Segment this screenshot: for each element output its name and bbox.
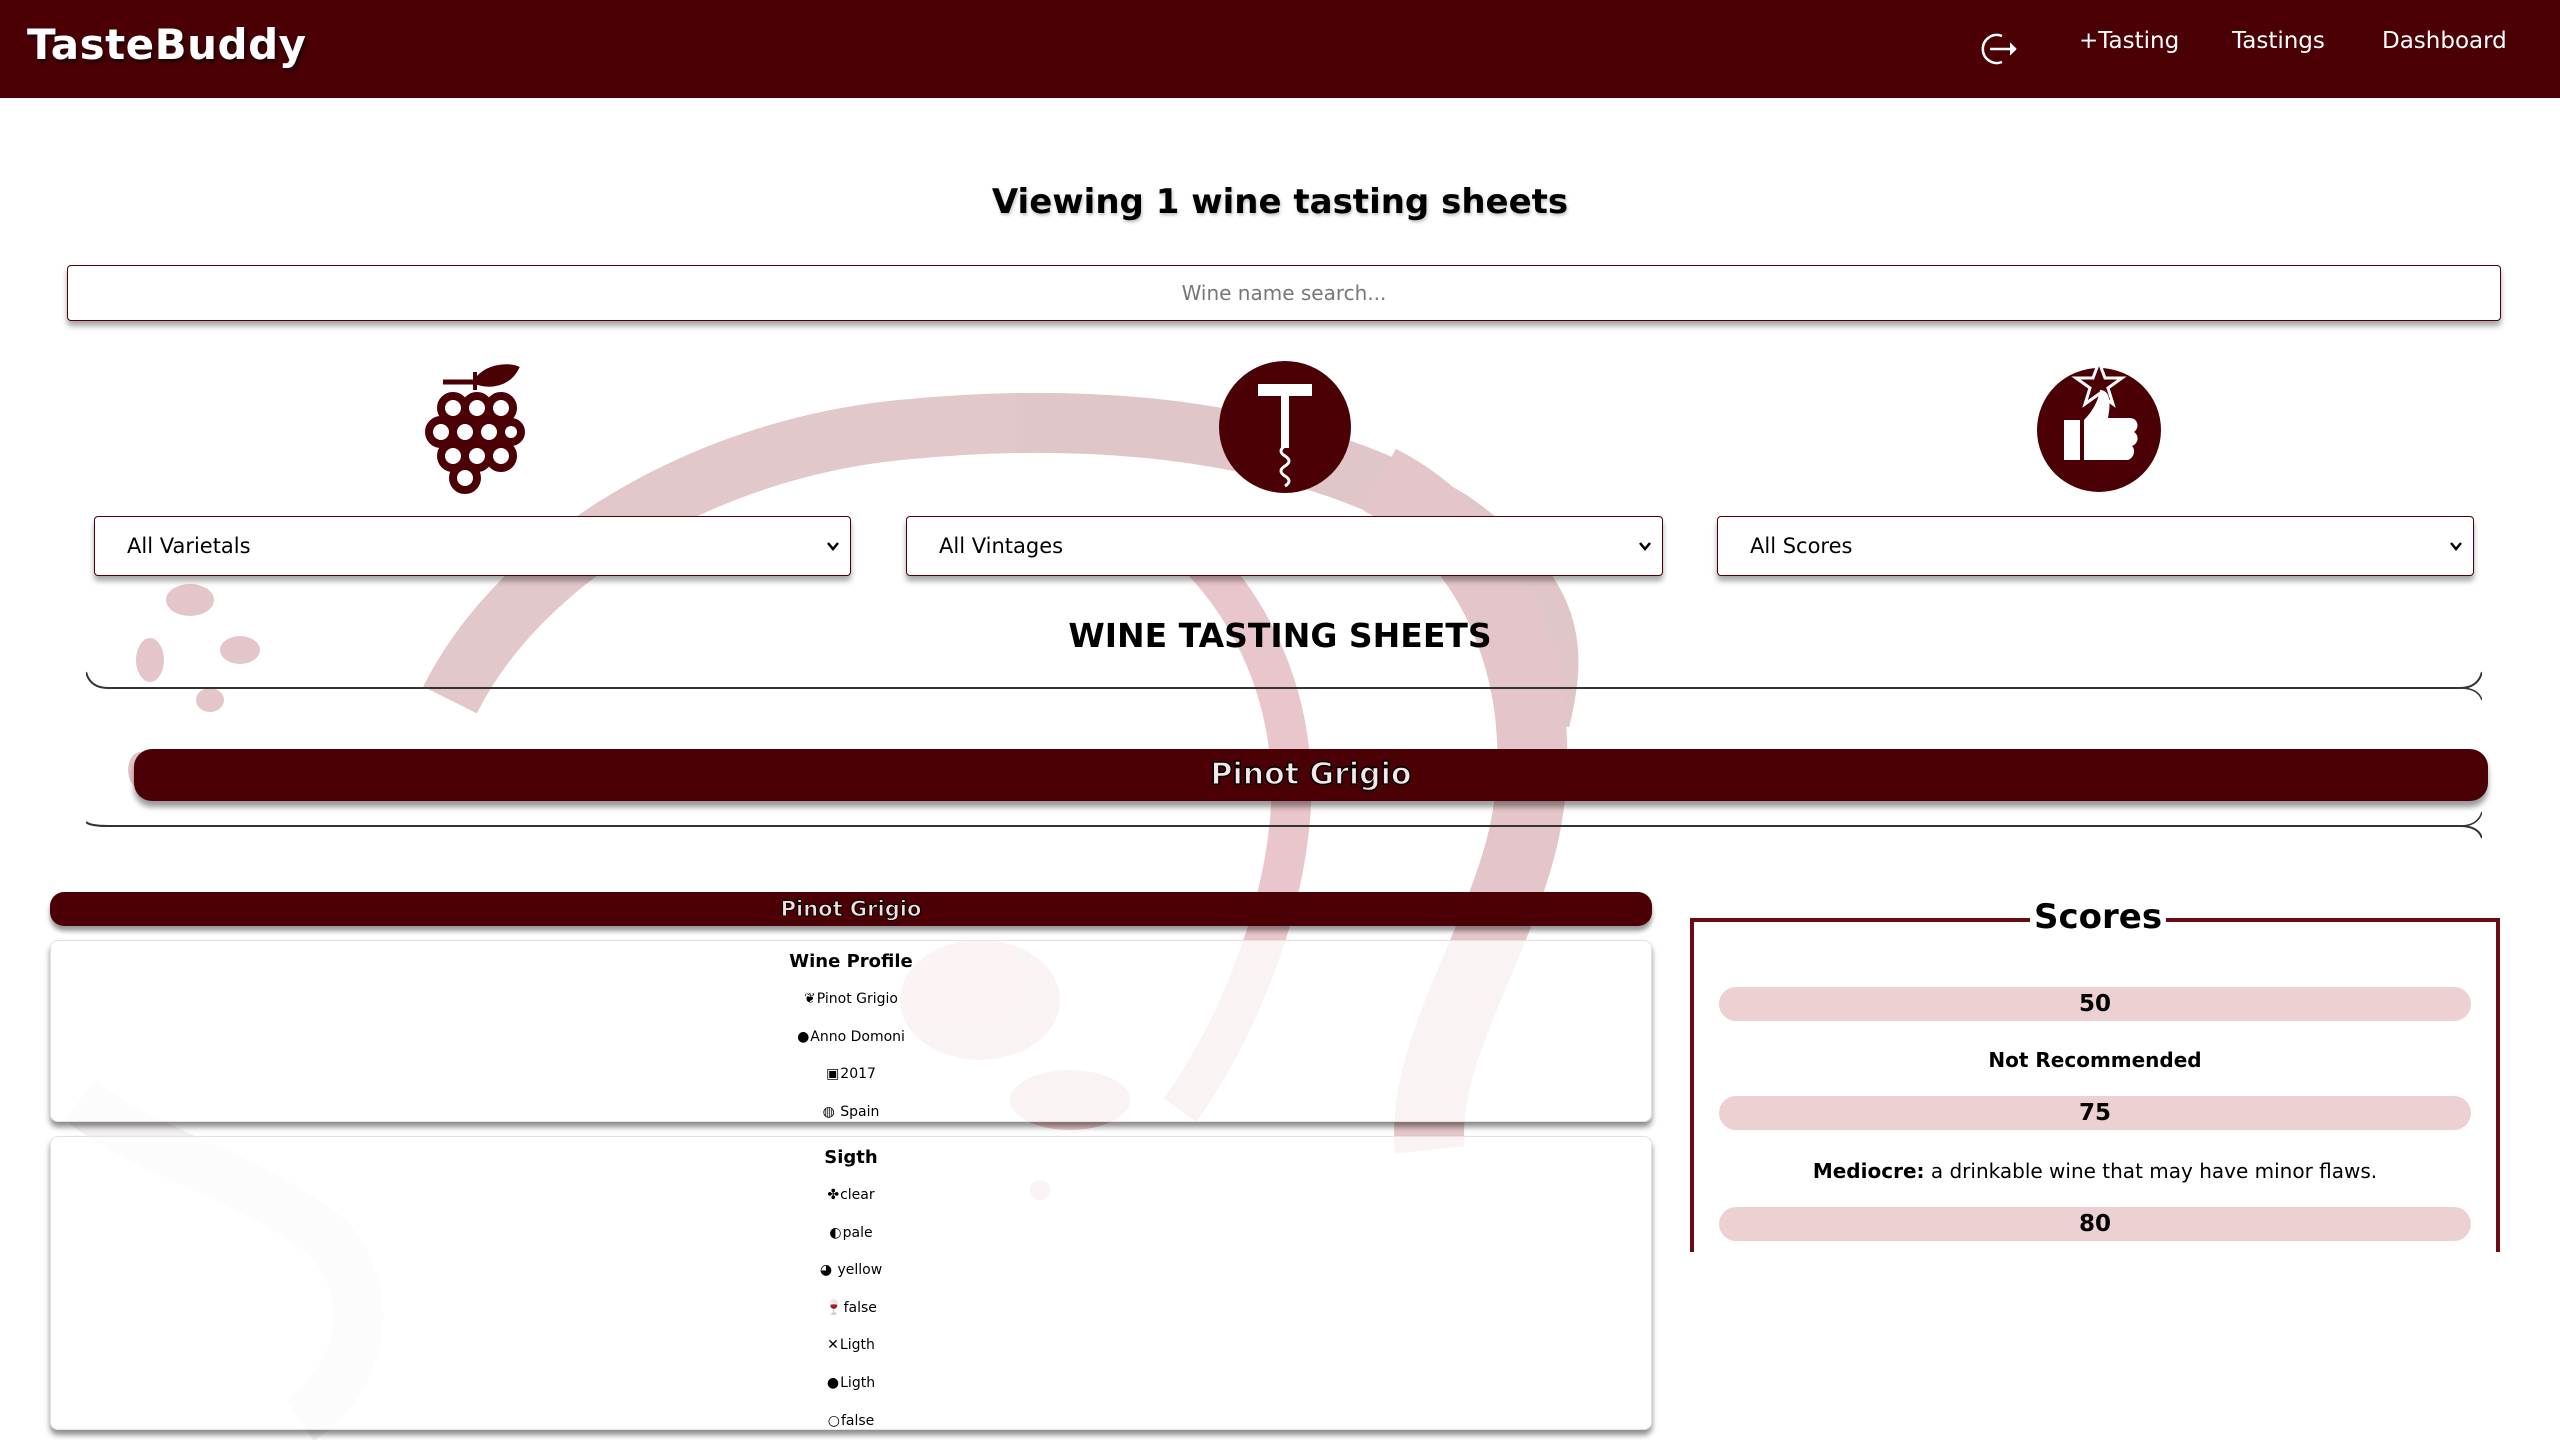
sight-sediment: ○false — [827, 1412, 875, 1429]
nav-dashboard-link[interactable]: Dashboard — [2382, 28, 2507, 54]
brand-logo[interactable]: TasteBuddy — [27, 20, 307, 69]
divider-top — [86, 671, 2482, 701]
wine-profile-title: Wine Profile — [789, 951, 913, 972]
sight-color: ◕ yellow — [819, 1262, 883, 1279]
varietal-group-header[interactable]: Pinot Grigio — [134, 749, 2488, 801]
profile-varietal: ❦Pinot Grigio — [804, 991, 898, 1007]
score-pill: 50 — [1719, 987, 2471, 1021]
globe-icon: ◍ — [822, 1103, 835, 1120]
producer-icon: ● — [797, 1028, 810, 1045]
sight-clarity: ✤clear — [827, 1187, 875, 1203]
score-select-value: All Scores — [1750, 534, 1853, 558]
grape-icon — [425, 364, 525, 494]
vintage-select-value: All Vintages — [939, 534, 1064, 558]
sight-intensity: ◐pale — [829, 1224, 873, 1241]
thumbs-up-star-icon — [2037, 360, 2161, 492]
corkscrew-icon — [1219, 361, 1351, 493]
chevron-down-icon — [2450, 542, 2462, 551]
score-select[interactable]: All Scores — [1717, 516, 2474, 576]
grape-vine-icon: ❦ — [804, 991, 816, 1007]
page-title: Viewing 1 wine tasting sheets — [991, 182, 1569, 222]
varietal-select[interactable]: All Varietals — [94, 516, 851, 576]
score-label: Not Recommended — [1988, 1048, 2202, 1072]
vintage-select[interactable]: All Vintages — [906, 516, 1663, 576]
profile-vintage: ▣2017 — [826, 1066, 876, 1083]
top-navbar: TasteBuddy +Tasting Tastings Dashboard — [0, 0, 2560, 98]
nav-add-tasting-link[interactable]: +Tasting — [2079, 28, 2179, 54]
score-label: Mediocre: a drinkable wine that may have… — [1812, 1159, 2378, 1183]
divider-bottom — [86, 811, 2482, 839]
wine-glass-icon: 🍷 — [825, 1299, 843, 1316]
sight-title: Sigth — [824, 1147, 878, 1168]
sheet-header[interactable]: Pinot Grigio — [50, 892, 1652, 926]
wine-search-input[interactable] — [67, 265, 2501, 321]
score-pill: 80 — [1719, 1207, 2471, 1241]
drop-outline-icon: ○ — [827, 1412, 840, 1429]
scores-legend: Scores — [2030, 897, 2167, 937]
sight-tears: ●Ligth — [826, 1374, 876, 1391]
chevron-down-icon — [1639, 542, 1651, 551]
calendar-icon: ▣ — [826, 1066, 840, 1083]
varietal-select-value: All Varietals — [127, 534, 251, 558]
drop-icon: ● — [826, 1374, 840, 1391]
profile-country: ◍ Spain — [822, 1103, 880, 1120]
chevron-down-icon — [827, 542, 839, 551]
sight-rim: ✕Ligth — [827, 1337, 875, 1354]
logout-icon[interactable] — [1976, 30, 2020, 68]
cross-icon: ✕ — [827, 1337, 839, 1354]
nav-tastings-link[interactable]: Tastings — [2232, 28, 2325, 54]
sight-panel: Sigth ✤clear ◐pale ◕ yellow 🍷false ✕Ligt… — [50, 1136, 1652, 1430]
intensity-icon: ◐ — [829, 1224, 842, 1241]
clarity-icon: ✤ — [827, 1187, 840, 1203]
sight-glass: 🍷false — [825, 1299, 877, 1316]
section-title: WINE TASTING SHEETS — [1068, 616, 1492, 655]
viewport-cutoff — [1668, 1252, 2560, 1440]
score-pill: 75 — [1719, 1096, 2471, 1130]
palette-icon: ◕ — [819, 1262, 833, 1279]
profile-producer: ●Anno Domoni — [797, 1028, 905, 1045]
wine-profile-panel: Wine Profile ❦Pinot Grigio ●Anno Domoni … — [50, 940, 1652, 1122]
